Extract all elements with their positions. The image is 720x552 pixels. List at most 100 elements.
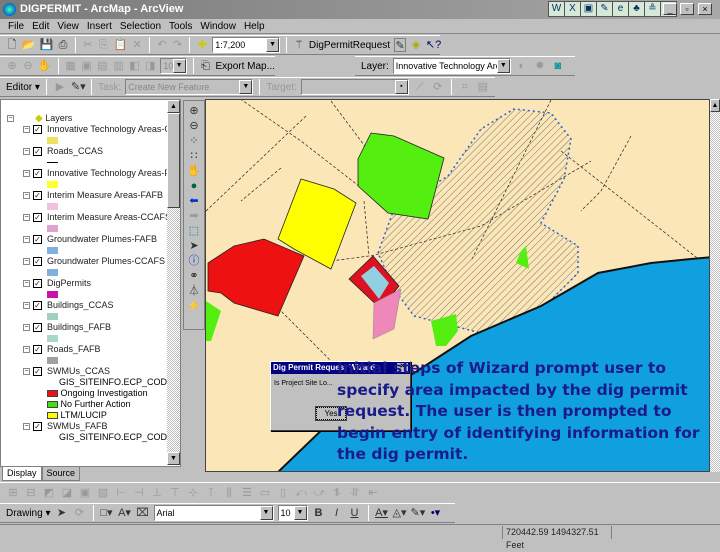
transparency-icon[interactable]: ◙ bbox=[551, 59, 565, 73]
zoom-100-icon[interactable]: ▣ bbox=[81, 59, 93, 73]
taskbar-app-icon[interactable]: e bbox=[612, 1, 629, 17]
rotate-right-icon[interactable]: ⤻ bbox=[312, 486, 326, 500]
pan-icon[interactable]: ✋ bbox=[186, 164, 202, 178]
align-right-icon[interactable]: ⊥ bbox=[150, 486, 164, 500]
rotate-tool-icon[interactable]: ⟳ bbox=[431, 80, 445, 94]
zoom-out-icon[interactable]: ⊖ bbox=[186, 119, 202, 133]
task-combo[interactable]: Create New Feature ▼ bbox=[125, 79, 254, 95]
select-elements-icon[interactable]: ➤ bbox=[186, 239, 202, 253]
expand-icon[interactable]: − bbox=[23, 368, 30, 375]
redo-icon[interactable]: ↷ bbox=[172, 38, 184, 52]
layer-checkbox[interactable]: ✓ bbox=[33, 257, 42, 266]
copy-icon[interactable]: ⎘ bbox=[98, 38, 110, 52]
toc-layer[interactable]: − ✓ Innovative Technology Areas-CCAFS bbox=[1, 124, 180, 135]
distribute-v-icon[interactable]: ☰ bbox=[240, 486, 254, 500]
font-size-combo[interactable]: 10 ▼ bbox=[277, 505, 308, 521]
layer-combo[interactable]: Innovative Technology Areas-CC▼ bbox=[392, 58, 511, 74]
expand-icon[interactable]: − bbox=[23, 258, 30, 265]
undo-icon[interactable]: ↶ bbox=[156, 38, 168, 52]
align-top-icon[interactable]: ⊤ bbox=[168, 486, 182, 500]
rectangle-icon[interactable]: □▾ bbox=[100, 506, 114, 520]
layer-checkbox[interactable]: ✓ bbox=[33, 213, 42, 222]
expand-icon[interactable]: − bbox=[23, 324, 30, 331]
cut-icon[interactable]: ✂ bbox=[82, 38, 94, 52]
delete-icon[interactable]: ✕ bbox=[131, 38, 143, 52]
menu-help[interactable]: Help bbox=[244, 20, 265, 33]
expand-icon[interactable]: − bbox=[23, 280, 30, 287]
print-icon[interactable]: ⎙ bbox=[57, 38, 69, 52]
expand-icon[interactable]: − bbox=[23, 126, 30, 133]
flip-v-icon[interactable]: ⥯ bbox=[348, 486, 362, 500]
scroll-thumb[interactable] bbox=[167, 113, 180, 208]
zoom-out-page-icon[interactable]: ⊖ bbox=[22, 59, 34, 73]
group-icon[interactable]: ⊞ bbox=[6, 486, 20, 500]
text-icon[interactable]: A▾ bbox=[118, 506, 132, 520]
layer-checkbox[interactable]: ✓ bbox=[33, 367, 42, 376]
toc-layer[interactable]: − ✓ Interim Measure Areas-FAFB bbox=[1, 190, 180, 201]
layer-checkbox[interactable]: ✓ bbox=[33, 235, 42, 244]
expand-icon[interactable]: − bbox=[23, 214, 30, 221]
taskbar-app-icon[interactable]: ▣ bbox=[580, 1, 597, 17]
scroll-up-icon[interactable]: ▲ bbox=[167, 100, 180, 113]
dig-permit-request-button[interactable]: DigPermitRequest bbox=[309, 40, 390, 51]
layer-checkbox[interactable]: ✓ bbox=[33, 345, 42, 354]
layer-checkbox[interactable]: ✓ bbox=[33, 279, 42, 288]
previous-extent-icon[interactable]: ◧ bbox=[128, 59, 140, 73]
menu-view[interactable]: View bbox=[57, 20, 79, 33]
export-map-button[interactable]: Export Map... bbox=[215, 61, 274, 72]
sketch-tool-icon[interactable]: ✎▾ bbox=[71, 80, 86, 94]
align-middle-icon[interactable]: ⊹ bbox=[186, 486, 200, 500]
distribute-h-icon[interactable]: ⫼ bbox=[222, 486, 236, 500]
menu-window[interactable]: Window bbox=[200, 20, 236, 33]
fixed-zoom-out-icon[interactable]: ▥ bbox=[112, 59, 124, 73]
taskbar-app-icon[interactable]: ✎ bbox=[596, 1, 613, 17]
backward-icon[interactable]: ▨ bbox=[96, 486, 110, 500]
layer-checkbox[interactable]: ✓ bbox=[33, 422, 42, 431]
expand-icon[interactable]: − bbox=[23, 346, 30, 353]
tab-source[interactable]: Source bbox=[41, 467, 81, 481]
align-center-icon[interactable]: ⊣ bbox=[132, 486, 146, 500]
target-combo[interactable]: ▪ bbox=[300, 79, 409, 95]
minimize-button[interactable]: _ bbox=[663, 3, 677, 15]
toc-layer[interactable]: − ✓ Groundwater Plumes-CCAFS bbox=[1, 256, 180, 267]
font-combo[interactable]: Arial ▼ bbox=[153, 505, 274, 521]
nudge-icon[interactable]: ⇤ bbox=[366, 486, 380, 500]
chevron-down-icon[interactable]: ▼ bbox=[293, 506, 307, 520]
toc-layer[interactable]: − ✓ SWMUs_FAFB bbox=[1, 421, 180, 432]
whats-this-help-icon[interactable]: ↖? bbox=[426, 38, 441, 52]
scroll-up-icon[interactable]: ▲ bbox=[710, 99, 720, 112]
layer-checkbox[interactable]: ✓ bbox=[33, 125, 42, 134]
expand-icon[interactable]: − bbox=[23, 302, 30, 309]
make-same-size-icon[interactable]: ▭ bbox=[258, 486, 272, 500]
next-extent-icon[interactable]: ◨ bbox=[144, 59, 156, 73]
toc-layer[interactable]: − ✓ Groundwater Plumes-FAFB bbox=[1, 234, 180, 245]
menu-insert[interactable]: Insert bbox=[87, 20, 112, 33]
underline-icon[interactable]: U bbox=[348, 506, 362, 520]
layer-checkbox[interactable]: ✓ bbox=[33, 169, 42, 178]
new-icon[interactable]: 🗋 bbox=[6, 38, 18, 52]
align-left-icon[interactable]: ⊢ bbox=[114, 486, 128, 500]
paste-icon[interactable]: 📋 bbox=[113, 38, 127, 52]
taskbar-app-icon[interactable]: ≗ bbox=[644, 1, 661, 17]
layer-checkbox[interactable]: ✓ bbox=[33, 323, 42, 332]
layer-checkbox[interactable]: ✓ bbox=[33, 191, 42, 200]
maximize-button[interactable]: ▫ bbox=[680, 3, 694, 15]
zoom-percent-combo[interactable]: 100%▼ bbox=[160, 58, 187, 74]
back-extent-icon[interactable]: ⬅ bbox=[186, 194, 202, 208]
fill-color-icon[interactable]: ◬▾ bbox=[393, 506, 407, 520]
chevron-down-icon[interactable]: ▼ bbox=[239, 80, 253, 94]
toc-layer[interactable]: − ✓ Buildings_FAFB bbox=[1, 322, 180, 333]
line-color-icon[interactable]: ✎▾ bbox=[411, 506, 426, 520]
expand-icon[interactable]: − bbox=[23, 170, 30, 177]
measure-icon[interactable]: ⏃ bbox=[186, 284, 202, 298]
rotate-icon[interactable]: ⟳ bbox=[73, 506, 87, 520]
taskbar-app-icon[interactable]: X bbox=[564, 1, 581, 17]
send-back-icon[interactable]: ◪ bbox=[60, 486, 74, 500]
sketch-properties-icon[interactable]: ▤ bbox=[476, 80, 490, 94]
menu-file[interactable]: File bbox=[8, 20, 24, 33]
find-icon[interactable]: ⚭ bbox=[186, 269, 202, 283]
taskbar-app-icon[interactable]: ♣ bbox=[628, 1, 645, 17]
expand-icon[interactable]: − bbox=[23, 423, 30, 430]
chevron-down-icon[interactable]: ▼ bbox=[172, 59, 186, 73]
forward-extent-icon[interactable]: ➡ bbox=[186, 209, 202, 223]
